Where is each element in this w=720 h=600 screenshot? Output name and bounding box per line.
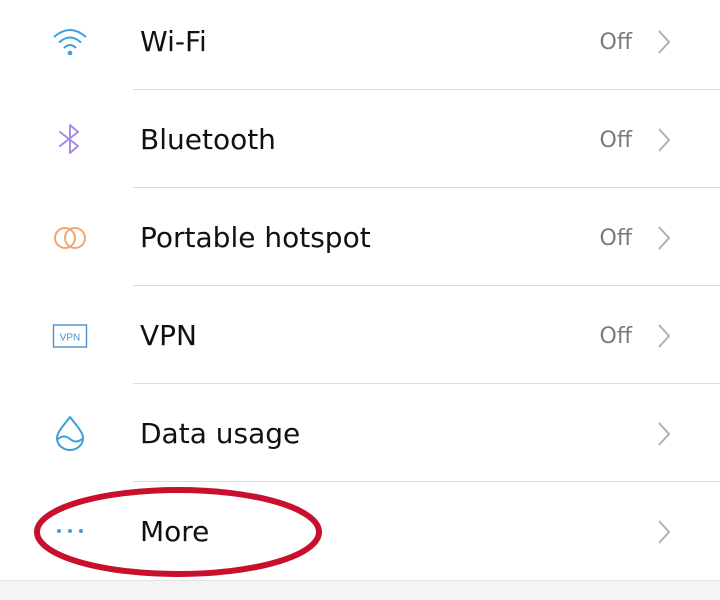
water-drop-icon bbox=[50, 413, 90, 453]
vpn-row[interactable]: VPN VPN Off bbox=[0, 286, 720, 384]
wifi-label: Wi-Fi bbox=[140, 25, 207, 58]
wifi-row[interactable]: Wi-Fi Off bbox=[0, 0, 720, 98]
bluetooth-icon bbox=[50, 119, 90, 159]
chevron-right-icon bbox=[658, 324, 671, 348]
wifi-icon bbox=[50, 22, 90, 62]
vpn-status: Off bbox=[599, 324, 632, 349]
bluetooth-row[interactable]: Bluetooth Off bbox=[0, 90, 720, 188]
bluetooth-status: Off bbox=[599, 128, 632, 153]
bluetooth-label: Bluetooth bbox=[140, 123, 276, 156]
more-row[interactable]: More bbox=[0, 482, 720, 580]
hotspot-icon bbox=[50, 218, 90, 258]
vpn-icon-text: VPN bbox=[60, 333, 81, 344]
chevron-right-icon bbox=[658, 226, 671, 250]
hotspot-label: Portable hotspot bbox=[140, 221, 371, 254]
chevron-right-icon bbox=[658, 520, 671, 544]
chevron-right-icon bbox=[658, 128, 671, 152]
vpn-label: VPN bbox=[140, 319, 197, 352]
wifi-status: Off bbox=[599, 30, 632, 55]
data-usage-label: Data usage bbox=[140, 417, 301, 450]
chevron-right-icon bbox=[658, 30, 671, 54]
more-dots-icon bbox=[50, 511, 90, 551]
network-settings-list: Wi-Fi Off Bluetooth Off Portable hotspot… bbox=[0, 0, 720, 600]
vpn-icon: VPN bbox=[50, 316, 90, 356]
bottom-section-band bbox=[0, 580, 720, 600]
hotspot-status: Off bbox=[599, 226, 632, 251]
chevron-right-icon bbox=[658, 422, 671, 446]
more-label: More bbox=[140, 515, 210, 548]
data-usage-row[interactable]: Data usage bbox=[0, 384, 720, 482]
hotspot-row[interactable]: Portable hotspot Off bbox=[0, 188, 720, 286]
